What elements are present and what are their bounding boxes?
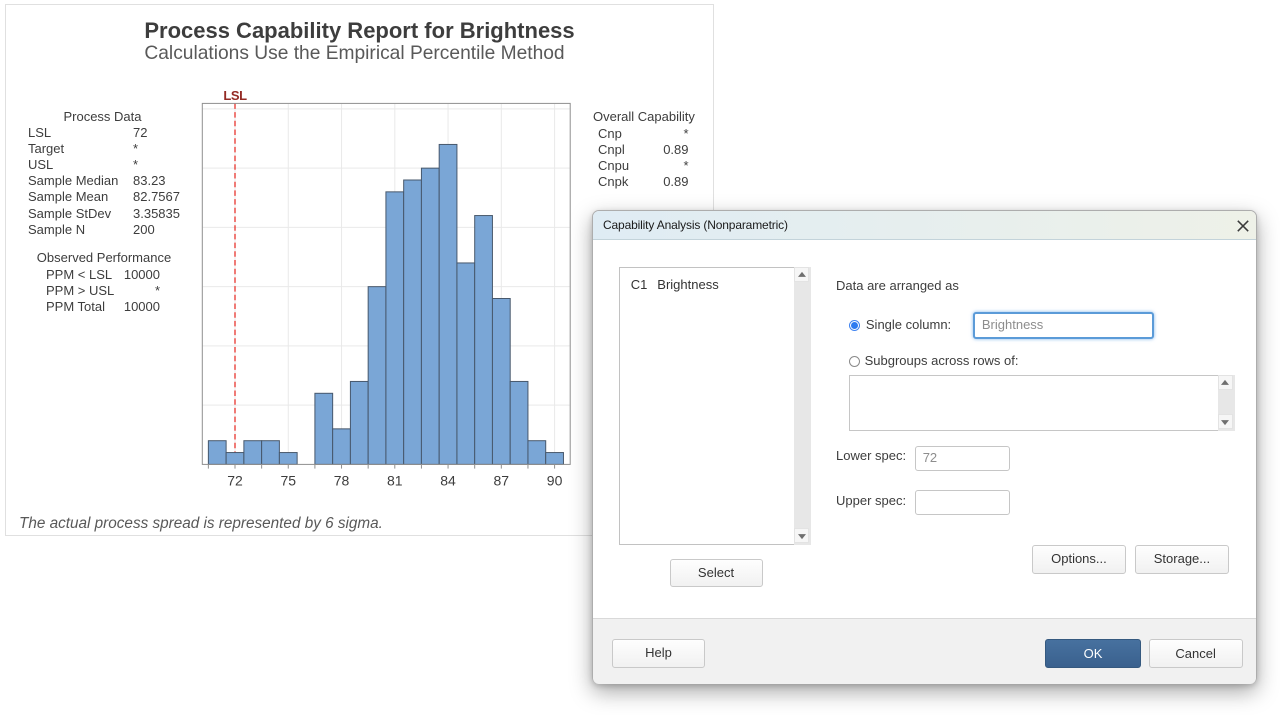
svg-text:78: 78	[334, 473, 350, 489]
svg-text:75: 75	[280, 473, 296, 489]
svg-text:72: 72	[227, 473, 243, 489]
svg-text:81: 81	[387, 473, 403, 489]
svg-text:90: 90	[547, 473, 563, 489]
svg-text:84: 84	[440, 473, 456, 489]
svg-text:87: 87	[494, 473, 510, 489]
svg-text:LSL: LSL	[223, 88, 247, 103]
